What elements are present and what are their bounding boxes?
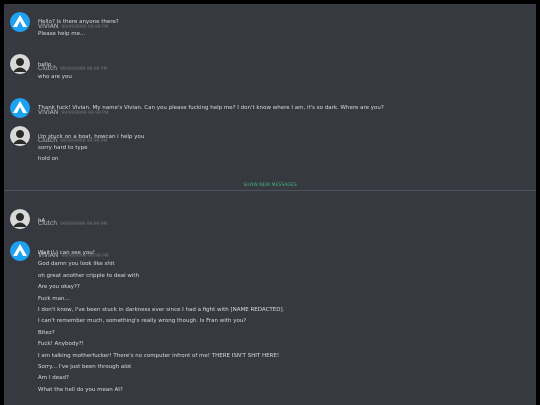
- message-timestamp: 99/99/9999 99:99 PM: [60, 222, 108, 227]
- default-user-icon[interactable]: [10, 54, 30, 74]
- message-text: hA: [38, 218, 46, 224]
- message-text: oh great another cripple to deal with: [38, 272, 140, 279]
- message-text: i'm stuck on a boat, howcan i help you: [38, 134, 145, 140]
- message-text: Hello? Is there anyone there?: [38, 19, 119, 25]
- aperture-logo-icon[interactable]: [10, 12, 30, 32]
- message-text: hello: [38, 62, 52, 68]
- message-text: Am I dead?: [38, 375, 69, 382]
- chat-log: VIVIAN 99/99/9999 99:99 PM Hello? Is there…: [4, 4, 536, 405]
- message-text: What the hell do you mean AI?: [38, 386, 123, 393]
- message-text: God damn you look like shit: [38, 261, 115, 268]
- message-text: hold on: [38, 156, 59, 162]
- message-text: I can't remember much, something's reall…: [38, 318, 247, 325]
- message-text: sorry hard to type: [38, 145, 88, 151]
- new-messages-divider: [4, 190, 536, 191]
- message-timestamp: 99/99/9999 99:99 PM: [60, 67, 108, 72]
- message-text: Fuck! Anybody?!: [38, 341, 84, 348]
- message-text: I am talking motherfucker! There's no co…: [38, 352, 280, 359]
- message-text: Wait!! I can see you!: [38, 250, 95, 256]
- default-user-icon[interactable]: [10, 126, 30, 146]
- message-text: Fuck man...: [38, 295, 70, 302]
- aperture-logo-icon[interactable]: [10, 98, 30, 118]
- aperture-logo-icon[interactable]: [10, 241, 30, 261]
- message-text: Bitez?: [38, 329, 55, 336]
- new-messages-label[interactable]: SHOW NEW MESSAGES: [4, 182, 536, 189]
- message-text: I don't know, I've been stuck in darknes…: [38, 307, 285, 313]
- message-text: Thank fuck! Vivian. My name's Vivian. Ca…: [38, 105, 384, 111]
- default-user-icon[interactable]: [10, 209, 30, 229]
- message-text: Are you okay??: [38, 284, 80, 291]
- message-header: Clutch 99/99/9999 99:99 PM: [38, 210, 107, 227]
- message-text: Sorry... I've just been through alot: [38, 364, 132, 370]
- message-text: who are you: [38, 74, 72, 80]
- message-text: Please help me...: [38, 31, 86, 37]
